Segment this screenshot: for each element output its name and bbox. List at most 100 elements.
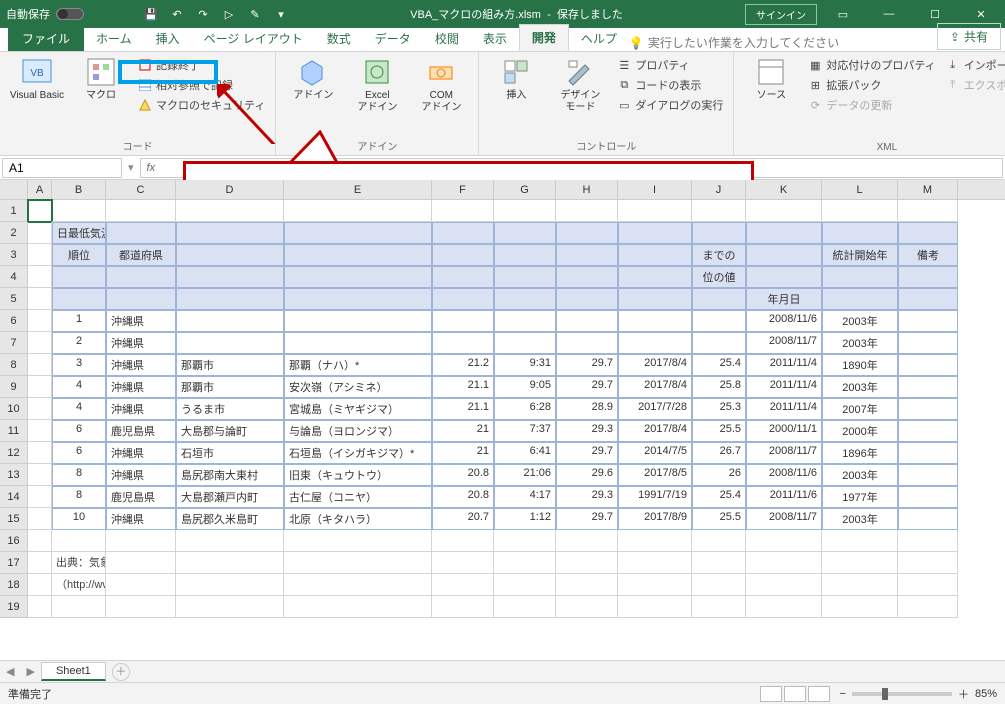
sheet-tab[interactable]: Sheet1 (41, 662, 106, 681)
tab-page-layout[interactable]: ページ レイアウト (192, 26, 315, 51)
cell[interactable]: 宮城島（ミヤギジマ） (284, 398, 432, 420)
cell[interactable] (822, 596, 898, 618)
cell[interactable]: 沖縄県 (106, 508, 176, 530)
com-addins-button[interactable]: COM アドイン (412, 56, 470, 114)
cell[interactable] (52, 530, 106, 552)
row-header[interactable]: 7 (0, 332, 28, 354)
share-button[interactable]: ⇪ 共有 (937, 23, 1001, 50)
row-header[interactable]: 18 (0, 574, 28, 596)
row-header[interactable]: 19 (0, 596, 28, 618)
cell[interactable]: 1977年 (822, 486, 898, 508)
col-header[interactable]: F (432, 180, 494, 199)
cell[interactable] (898, 530, 958, 552)
row-header[interactable]: 11 (0, 420, 28, 442)
cell[interactable] (284, 244, 432, 266)
export-button[interactable]: ⤒エクスポート (944, 76, 1005, 94)
cell[interactable] (176, 200, 284, 222)
cell[interactable]: 3 (52, 354, 106, 376)
col-header[interactable]: B (52, 180, 106, 199)
zoom-in-button[interactable]: ＋ (958, 686, 969, 702)
cell[interactable]: 沖縄県 (106, 354, 176, 376)
cell[interactable]: 大島郡瀬戸内町 (176, 486, 284, 508)
cell[interactable]: 統計開始年 (822, 244, 898, 266)
cell[interactable] (692, 332, 746, 354)
cell[interactable] (692, 310, 746, 332)
cell[interactable] (106, 222, 176, 244)
cell[interactable]: 2000/11/1 (746, 420, 822, 442)
cell[interactable] (28, 420, 52, 442)
pointer-icon[interactable]: ▷ (222, 7, 236, 21)
cell[interactable] (494, 244, 556, 266)
cell[interactable]: 28.9 (556, 398, 618, 420)
cell[interactable]: 鹿児島県 (106, 420, 176, 442)
cell[interactable] (494, 574, 556, 596)
cell[interactable]: 29.7 (556, 354, 618, 376)
cell[interactable] (432, 288, 494, 310)
cell[interactable]: 9:05 (494, 376, 556, 398)
cell[interactable] (28, 222, 52, 244)
cell[interactable] (28, 486, 52, 508)
cell[interactable]: 2017/8/4 (618, 354, 692, 376)
cell[interactable] (494, 288, 556, 310)
cell[interactable]: 25.5 (692, 420, 746, 442)
row-header[interactable]: 1 (0, 200, 28, 222)
row-header[interactable]: 6 (0, 310, 28, 332)
cell[interactable] (556, 310, 618, 332)
touch-mode-icon[interactable]: ✎ (248, 7, 262, 21)
col-header[interactable]: J (692, 180, 746, 199)
tab-formulas[interactable]: 数式 (315, 26, 363, 51)
cell[interactable]: 29.7 (556, 376, 618, 398)
cell[interactable]: 20.7 (432, 508, 494, 530)
cell[interactable] (494, 200, 556, 222)
cell[interactable]: 4:17 (494, 486, 556, 508)
cell[interactable] (106, 596, 176, 618)
cell[interactable] (52, 200, 106, 222)
col-header[interactable]: C (106, 180, 176, 199)
cell[interactable]: 石垣島（イシガキジマ）* (284, 442, 432, 464)
row-header[interactable]: 3 (0, 244, 28, 266)
cell[interactable] (494, 552, 556, 574)
cell[interactable]: 25.5 (692, 508, 746, 530)
cell[interactable] (618, 266, 692, 288)
cell[interactable] (176, 596, 284, 618)
cell[interactable] (432, 596, 494, 618)
cell[interactable] (556, 222, 618, 244)
cell[interactable]: 沖縄県 (106, 442, 176, 464)
cell[interactable] (52, 288, 106, 310)
row-header[interactable]: 4 (0, 266, 28, 288)
design-mode-button[interactable]: デザイン モード (551, 56, 609, 114)
normal-view-button[interactable] (760, 686, 782, 702)
name-box[interactable] (2, 158, 122, 178)
row-header[interactable]: 17 (0, 552, 28, 574)
cell[interactable] (822, 552, 898, 574)
cell[interactable] (494, 266, 556, 288)
cell[interactable] (692, 596, 746, 618)
cell[interactable] (432, 530, 494, 552)
cell[interactable] (28, 310, 52, 332)
row-header[interactable]: 2 (0, 222, 28, 244)
cell[interactable] (176, 552, 284, 574)
cell[interactable] (556, 574, 618, 596)
cell[interactable]: 2008/11/6 (746, 310, 822, 332)
cell[interactable]: 古仁屋（コニヤ） (284, 486, 432, 508)
cell[interactable]: 2017/8/9 (618, 508, 692, 530)
cell[interactable] (898, 354, 958, 376)
cell[interactable] (28, 464, 52, 486)
row-header[interactable]: 5 (0, 288, 28, 310)
cell[interactable] (556, 288, 618, 310)
cell[interactable] (746, 200, 822, 222)
page-layout-view-button[interactable] (784, 686, 806, 702)
autosave-switch[interactable] (56, 8, 84, 20)
cell[interactable] (432, 332, 494, 354)
sheet-nav-next-icon[interactable]: ▶ (20, 665, 40, 678)
cell[interactable] (692, 530, 746, 552)
cell[interactable] (28, 574, 52, 596)
cell[interactable]: 21:06 (494, 464, 556, 486)
cell[interactable]: 2008/11/7 (746, 332, 822, 354)
cell[interactable] (28, 530, 52, 552)
cell[interactable]: 都道府県 (106, 244, 176, 266)
cell[interactable]: 2017/8/5 (618, 464, 692, 486)
col-header[interactable]: M (898, 180, 958, 199)
cell[interactable]: 26.7 (692, 442, 746, 464)
cell[interactable]: 北原（キタハラ） (284, 508, 432, 530)
